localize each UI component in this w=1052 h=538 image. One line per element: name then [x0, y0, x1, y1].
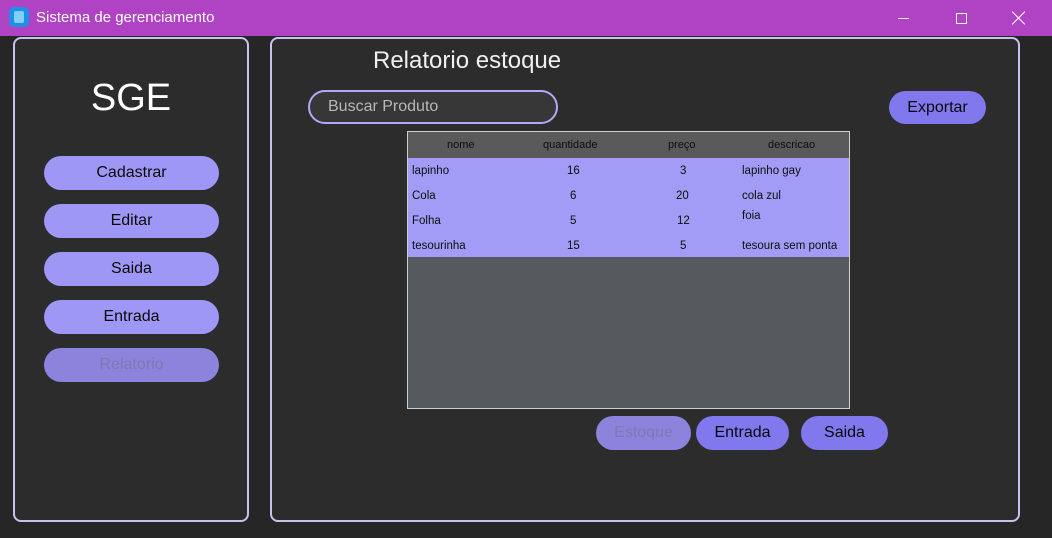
cell-quantidade: 6 [570, 190, 577, 202]
sidebar-item-editar[interactable]: Editar [44, 204, 219, 238]
column-header-preco[interactable]: preço [668, 139, 696, 151]
cell-descricao: tesoura sem ponta [742, 240, 838, 252]
stock-table[interactable]: nome quantidade preço descricao lapinho … [407, 131, 850, 409]
column-header-nome[interactable]: nome [447, 139, 475, 151]
sidebar-item-relatorio[interactable]: Relatorio [44, 348, 219, 382]
cell-preco: 3 [680, 165, 687, 177]
tab-estoque[interactable]: Estoque [596, 416, 691, 450]
column-header-descricao[interactable]: descricao [768, 139, 815, 151]
brand-logo-text: SGE [90, 77, 172, 119]
table-body: lapinho 16 3 lapinho gay Cola 6 20 cola … [408, 158, 849, 257]
maximize-button[interactable] [932, 0, 990, 36]
close-button[interactable] [990, 0, 1048, 36]
minimize-button[interactable] [874, 0, 932, 36]
tab-entrada[interactable]: Entrada [696, 416, 789, 450]
sidebar: SGE Cadastrar Editar Saida Entrada Relat… [13, 37, 249, 522]
minimize-icon [897, 17, 909, 19]
app-icon [9, 7, 29, 27]
maximize-icon [955, 12, 967, 24]
search-input[interactable] [308, 90, 558, 124]
cell-quantidade: 16 [567, 165, 580, 177]
cell-nome: tesourinha [412, 240, 466, 252]
cell-preco: 20 [676, 190, 689, 202]
export-button[interactable]: Exportar [889, 91, 986, 124]
cell-nome: Cola [412, 190, 436, 202]
cell-descricao: lapinho gay [742, 165, 801, 177]
close-icon [1012, 11, 1026, 25]
cell-descricao: foia [742, 210, 761, 222]
table-header: nome quantidade preço descricao [408, 132, 849, 158]
sidebar-item-entrada[interactable]: Entrada [44, 300, 219, 334]
column-header-quantidade[interactable]: quantidade [543, 139, 597, 151]
cell-descricao: cola zul [742, 190, 781, 202]
tab-saida[interactable]: Saida [801, 416, 888, 450]
window-content: SGE Cadastrar Editar Saida Entrada Relat… [0, 36, 1052, 538]
sidebar-item-saida[interactable]: Saida [44, 252, 219, 286]
cell-preco: 5 [680, 240, 687, 252]
cell-quantidade: 5 [570, 215, 577, 227]
cell-preco: 12 [677, 215, 690, 227]
sidebar-item-cadastrar[interactable]: Cadastrar [44, 156, 219, 190]
title-bar: Sistema de gerenciamento [0, 0, 1052, 36]
window-title: Sistema de gerenciamento [36, 9, 215, 26]
cell-nome: Folha [412, 215, 441, 227]
page-title: Relatorio estoque [373, 47, 562, 74]
cell-quantidade: 15 [567, 240, 580, 252]
cell-nome: lapinho [412, 165, 450, 177]
main-panel: Relatorio estoque Exportar nome quantida… [270, 37, 1020, 522]
